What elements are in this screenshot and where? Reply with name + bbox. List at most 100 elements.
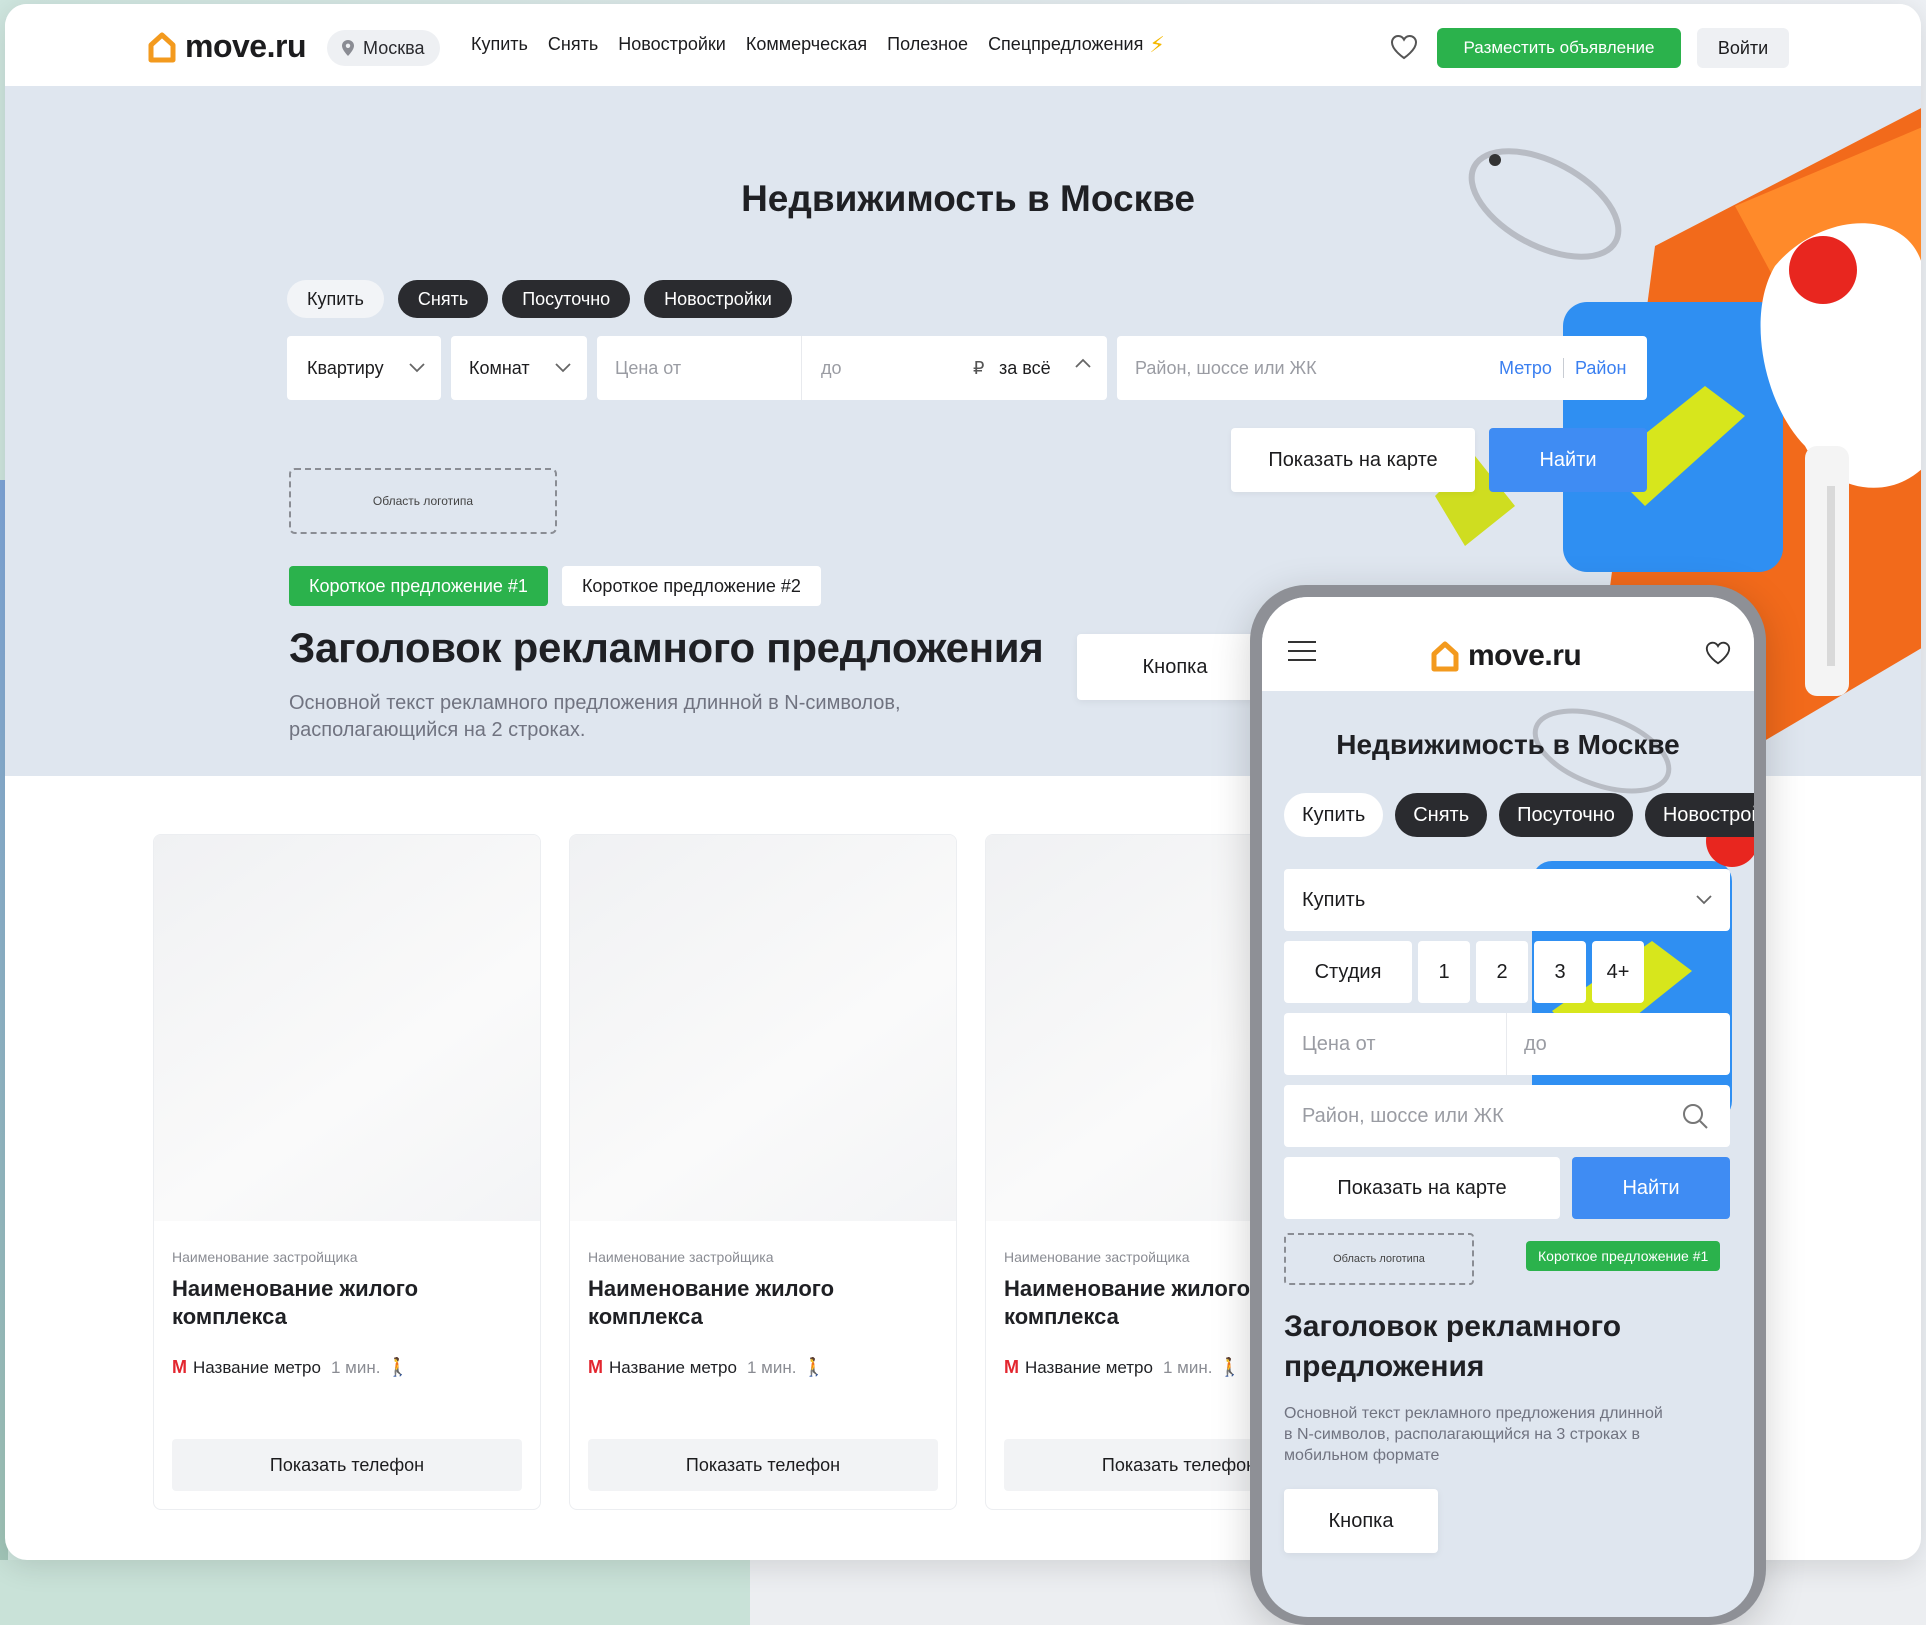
nav-useful[interactable]: Полезное (887, 34, 968, 55)
mobile-show-on-map-button[interactable]: Показать на карте (1284, 1157, 1560, 1219)
price-to-input[interactable]: до (821, 358, 842, 379)
mobile-page-title: Недвижимость в Москве (1336, 729, 1680, 760)
listing-card[interactable]: Наименование застройщика Наименование жи… (153, 834, 541, 1510)
mobile-deal-tabs: Купить Снять Посуточно Новостройки (1284, 793, 1754, 837)
search-filters: Квартиру Комнат Цена от до ₽ за всё Райо… (287, 336, 1647, 400)
mobile-tab-buy[interactable]: Купить (1284, 793, 1384, 837)
nav-rent[interactable]: Снять (548, 34, 598, 55)
listing-cards: Наименование застройщика Наименование жи… (153, 834, 1373, 1510)
price-divider (801, 336, 802, 400)
location-field[interactable]: Район, шоссе или ЖК Метро Район (1117, 336, 1647, 400)
top-bar: move.ru Москва Купить Снять Новостройки … (5, 4, 1921, 86)
house-logo-icon (1431, 641, 1459, 672)
promo-text: Основной текст рекламного предложения дл… (289, 692, 901, 741)
mobile-promo-text: Основной текст рекламного предложения дл… (1284, 1405, 1663, 1464)
mobile-tab-new-buildings[interactable]: Новостройки (1644, 793, 1754, 837)
mobile-price-from-input[interactable]: Цена от (1302, 1033, 1376, 1056)
promo-button[interactable]: Кнопка (1077, 634, 1273, 700)
show-phone-button[interactable]: Показать телефон (172, 1439, 522, 1491)
post-ad-button[interactable]: Разместить объявление (1437, 28, 1681, 68)
heart-icon[interactable] (1389, 32, 1419, 62)
rooms-select[interactable]: Комнат (451, 336, 587, 400)
link-separator (1563, 358, 1564, 378)
room-option-studio[interactable]: Студия (1284, 941, 1412, 1003)
card-image (154, 835, 540, 1221)
show-phone-button[interactable]: Показать телефон (588, 1439, 938, 1491)
site-logo[interactable]: move.ru (147, 28, 306, 65)
room-option-3[interactable]: 3 (1534, 941, 1586, 1003)
metro-icon: M (172, 1357, 187, 1377)
tab-buy[interactable]: Купить (287, 280, 384, 318)
login-button[interactable]: Войти (1697, 28, 1789, 68)
mobile-price-range: Цена от до (1284, 1013, 1730, 1075)
tab-rent[interactable]: Снять (397, 280, 489, 318)
mobile-logo[interactable]: move.ru (1430, 639, 1582, 673)
tab-new-buildings[interactable]: Новостройки (644, 280, 792, 318)
nav-buy[interactable]: Купить (471, 34, 528, 55)
mobile-search-field[interactable]: Район, шоссе или ЖК (1284, 1085, 1730, 1147)
card-complex-name: Наименование жилого комплекса (172, 1276, 419, 1329)
walking-person-icon: 🚶 (386, 1357, 409, 1377)
district-link[interactable]: Район (1575, 358, 1626, 379)
mobile-deal-select[interactable]: Купить (1284, 869, 1730, 931)
mobile-price-divider (1506, 1013, 1507, 1075)
mobile-deal-value: Купить (1302, 888, 1366, 911)
chevron-down-icon (555, 363, 571, 373)
room-option-2[interactable]: 2 (1476, 941, 1528, 1003)
house-logo-icon (148, 32, 176, 62)
promo-title: Заголовок рекламного предложения (289, 624, 1044, 671)
chevron-up-icon[interactable] (1075, 358, 1091, 368)
metro-link[interactable]: Метро (1499, 358, 1552, 379)
walk-time: 1 мин. (330, 1357, 381, 1377)
room-option-4-plus[interactable]: 4+ (1592, 941, 1644, 1003)
nav-special-offers[interactable]: Спецпредложения ⚡ (988, 31, 1165, 57)
offer-tag-2[interactable]: Короткое предложение #2 (561, 566, 821, 606)
property-type-select[interactable]: Квартиру (287, 336, 441, 400)
mobile-promo-button[interactable]: Кнопка (1284, 1489, 1438, 1553)
offer-tags: Короткое предложение #1 Короткое предлож… (289, 566, 821, 606)
mobile-search-input[interactable]: Район, шоссе или ЖК (1302, 1105, 1504, 1128)
card-metro: M Название метро 1 мин. 🚶 (1004, 1357, 1241, 1378)
card-developer: Наименование застройщика (172, 1249, 358, 1265)
heart-icon[interactable] (1704, 639, 1732, 667)
nav-commercial[interactable]: Коммерческая (746, 34, 867, 55)
background-bottom-left (0, 1560, 750, 1625)
mobile-tab-daily[interactable]: Посуточно (1499, 793, 1633, 837)
search-icon[interactable] (1680, 1101, 1710, 1131)
page-title: Недвижимость в Москве (5, 178, 1921, 220)
room-option-1[interactable]: 1 (1418, 941, 1470, 1003)
city-label: Москва (363, 37, 425, 58)
city-selector[interactable]: Москва (327, 30, 441, 66)
mobile-offer-tag[interactable]: Короткое предложение #1 (1526, 1241, 1721, 1271)
metro-name: Название метро (193, 1357, 321, 1377)
logo-text: move.ru (185, 28, 306, 64)
mobile-tab-rent[interactable]: Снять (1395, 793, 1488, 837)
metro-icon: M (588, 1357, 603, 1377)
listing-card[interactable]: Наименование застройщика Наименование жи… (569, 834, 957, 1510)
mobile-price-to-input[interactable]: до (1524, 1033, 1547, 1056)
rooms-value: Комнат (469, 357, 530, 378)
price-range: Цена от до ₽ за всё (597, 336, 1107, 400)
lightning-icon: ⚡ (1149, 31, 1165, 57)
nav-new-buildings[interactable]: Новостройки (618, 34, 726, 55)
mobile-find-button[interactable]: Найти (1572, 1157, 1730, 1219)
location-input[interactable]: Район, шоссе или ЖК (1135, 358, 1317, 379)
mobile-promo-title: Заголовок рекламного предложения (1284, 1310, 1622, 1383)
find-button[interactable]: Найти (1489, 428, 1647, 492)
card-developer: Наименование застройщика (588, 1249, 774, 1265)
show-on-map-button[interactable]: Показать на карте (1231, 428, 1475, 492)
hamburger-menu-icon[interactable] (1288, 641, 1316, 668)
mobile-rooms-selector: Студия 1 2 3 4+ (1284, 941, 1644, 1003)
card-image (570, 835, 956, 1221)
location-pin-icon (342, 40, 354, 56)
currency-label: ₽ (973, 357, 985, 378)
mobile-header: move.ru (1262, 597, 1754, 691)
metro-name: Название метро (1025, 1357, 1153, 1377)
price-mode-select[interactable]: за всё (999, 358, 1051, 379)
chevron-down-icon (409, 363, 425, 373)
card-complex-name: Наименование жилого комплекса (588, 1276, 835, 1329)
tab-daily[interactable]: Посуточно (502, 280, 631, 318)
deal-tabs: Купить Снять Посуточно Новостройки (287, 280, 792, 318)
price-from-input[interactable]: Цена от (615, 358, 681, 379)
offer-tag-1[interactable]: Короткое предложение #1 (289, 566, 548, 606)
